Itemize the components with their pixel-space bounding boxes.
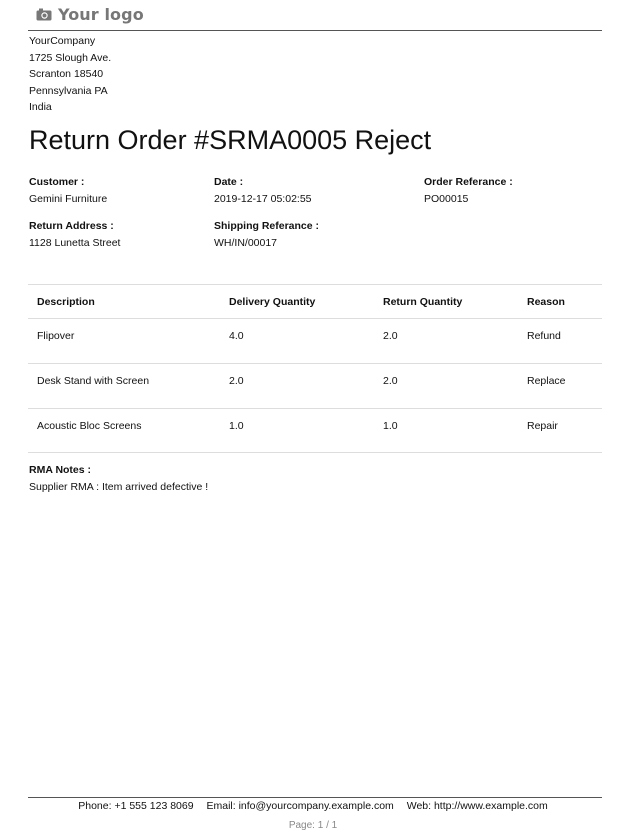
document-title: Return Order #SRMA0005 Reject <box>29 125 432 155</box>
footer-contact: Phone: +1 555 123 8069 Email: info@yourc… <box>0 800 626 812</box>
customer-label: Customer : <box>29 176 85 188</box>
header-return-quantity: Return Quantity <box>383 296 463 308</box>
header-divider <box>28 30 602 31</box>
row-description: Flipover <box>37 330 75 342</box>
row-delivery-quantity: 1.0 <box>229 420 244 432</box>
date-label: Date : <box>214 176 244 188</box>
footer-email: Email: info@yourcompany.example.com <box>206 800 394 812</box>
rma-notes: RMA Notes : Supplier RMA : Item arrived … <box>29 462 208 496</box>
order-reference-value: PO00015 <box>424 193 469 205</box>
footer-divider <box>28 797 602 798</box>
row-return-quantity: 2.0 <box>383 330 398 342</box>
row-delivery-quantity: 4.0 <box>229 330 244 342</box>
customer-value: Gemini Furniture <box>29 193 108 205</box>
shipping-reference-value: WH/IN/00017 <box>214 237 278 249</box>
row-description: Desk Stand with Screen <box>37 375 150 387</box>
company-street: 1725 Slough Ave. <box>29 51 112 64</box>
table-row: Desk Stand with Screen 2.0 2.0 Replace <box>28 364 602 409</box>
header-delivery-quantity: Delivery Quantity <box>229 296 316 308</box>
table-header-row: Description Delivery Quantity Return Qua… <box>28 285 602 319</box>
camera-icon <box>36 8 52 20</box>
company-city-zip: Scranton 18540 <box>29 68 104 80</box>
table-row: Acoustic Bloc Screens 1.0 1.0 Repair <box>28 409 602 453</box>
return-lines-table: Description Delivery Quantity Return Qua… <box>28 284 602 453</box>
company-name: YourCompany <box>29 35 96 47</box>
order-reference-label: Order Referance : <box>424 176 513 188</box>
row-reason: Refund <box>527 330 561 342</box>
customer-block: Customer : Gemini Furniture <box>29 174 107 208</box>
row-description: Acoustic Bloc Screens <box>37 420 142 432</box>
row-return-quantity: 2.0 <box>383 375 398 387</box>
footer-web: Web: http://www.example.com <box>406 800 548 812</box>
date-block: Date : 2019-12-17 05:02:55 <box>214 174 312 208</box>
return-address-label: Return Address : <box>29 220 114 232</box>
shipping-reference-label: Shipping Referance : <box>214 220 320 232</box>
row-reason: Repair <box>527 420 558 432</box>
rma-notes-label: RMA Notes : <box>29 464 92 476</box>
shipping-reference-block: Shipping Referance : WH/IN/00017 <box>214 218 319 252</box>
table-row: Flipover 4.0 2.0 Refund <box>28 319 602 364</box>
company-state: Pennsylvania PA <box>29 84 108 97</box>
row-delivery-quantity: 2.0 <box>229 375 244 387</box>
header-reason: Reason <box>527 296 565 308</box>
logo-text: Your logo <box>58 4 144 24</box>
company-country: India <box>29 101 52 113</box>
order-reference-block: Order Referance : PO00015 <box>424 174 513 208</box>
return-address-block: Return Address : 1128 Lunetta Street <box>29 218 120 252</box>
rma-notes-text: Supplier RMA : Item arrived defective ! <box>29 481 209 493</box>
footer-phone: Phone: +1 555 123 8069 <box>78 800 194 812</box>
company-address: YourCompany 1725 Slough Ave. Scranton 18… <box>29 33 111 116</box>
header-description: Description <box>37 296 95 308</box>
return-address-value: 1128 Lunetta Street <box>29 237 121 249</box>
row-return-quantity: 1.0 <box>383 420 398 432</box>
page-number: Page: 1 / 1 <box>288 820 338 831</box>
date-value: 2019-12-17 05:02:55 <box>214 193 312 205</box>
row-reason: Replace <box>527 375 566 387</box>
company-logo: Your logo <box>36 3 144 25</box>
